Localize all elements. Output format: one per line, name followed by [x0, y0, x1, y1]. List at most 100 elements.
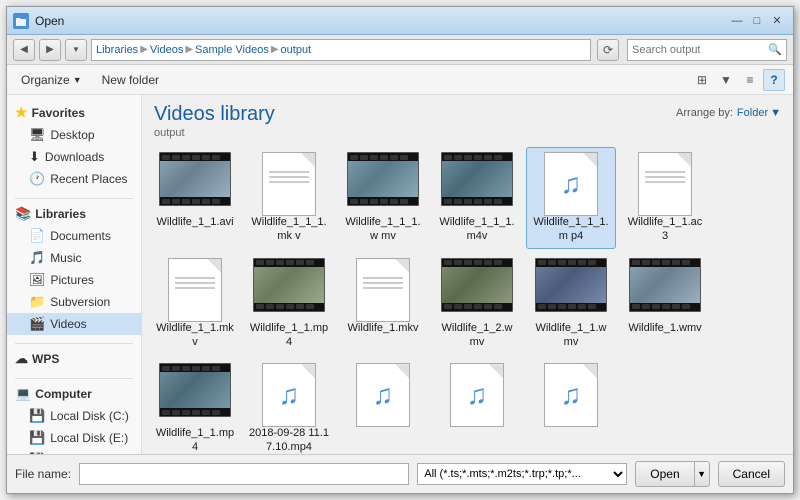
- file-thumbnail: ♫: [535, 152, 607, 212]
- breadcrumb: Libraries ▶ Videos ▶ Sample Videos ▶ out…: [96, 44, 311, 56]
- filename-label: File name:: [15, 467, 71, 481]
- titlebar: Open — □ ✕: [7, 7, 793, 35]
- file-item[interactable]: Wildlife_1_1.mp4: [244, 253, 334, 355]
- crumb-libraries[interactable]: Libraries: [96, 44, 138, 56]
- sidebar-item-documents[interactable]: 📄 Documents: [7, 225, 141, 247]
- file-item[interactable]: Wildlife_1_1.wmv: [526, 253, 616, 355]
- computer-group: 💻 Computer 💾 Local Disk (C:) 💾 Local Dis…: [7, 383, 141, 454]
- crumb-output[interactable]: output: [281, 44, 312, 56]
- sidebar-item-desktop[interactable]: 🖥 Desktop: [7, 124, 141, 146]
- list-view-button[interactable]: ≡: [739, 69, 761, 91]
- arrange-by-button[interactable]: Folder ▼: [737, 107, 781, 119]
- sidebar-item-subversion[interactable]: 📁 Subversion: [7, 291, 141, 313]
- wps-header[interactable]: ☁ WPS: [7, 348, 141, 370]
- sidebar-item-local-c[interactable]: 💾 Local Disk (C:): [7, 405, 141, 427]
- cancel-button[interactable]: Cancel: [718, 461, 785, 487]
- sidebar-divider-3: [15, 378, 133, 379]
- file-item[interactable]: Wildlife_1_1.mkv: [150, 253, 240, 355]
- minimize-button[interactable]: —: [727, 12, 747, 30]
- search-box: 🔍: [627, 39, 787, 61]
- filename-input[interactable]: [79, 463, 409, 485]
- wps-icon: ☁: [15, 351, 28, 367]
- open-button[interactable]: Open: [635, 461, 693, 487]
- file-name: Wildlife_1_1.mkv: [155, 321, 235, 350]
- maximize-button[interactable]: □: [747, 12, 767, 30]
- libraries-header[interactable]: 📚 Libraries: [7, 203, 141, 225]
- file-thumbnail: [535, 258, 607, 318]
- crumb-sample-videos[interactable]: Sample Videos: [195, 44, 269, 56]
- file-item[interactable]: ♫ Wildlife_1_1_1.m p4: [526, 147, 616, 249]
- recent-places-icon: 🕐: [29, 171, 45, 187]
- file-item[interactable]: ♫: [338, 358, 428, 454]
- forward-button[interactable]: ▶: [39, 39, 61, 61]
- file-item[interactable]: Wildlife_1_1.mp4: [150, 358, 240, 454]
- file-item[interactable]: ♫: [526, 358, 616, 454]
- crumb-videos[interactable]: Videos: [150, 44, 183, 56]
- file-item[interactable]: ♫ 2018-09-28 11.17.10.mp4: [244, 358, 334, 454]
- main-area: ★ Favorites 🖥 Desktop ⬇ Downloads 🕐 Rece…: [7, 95, 793, 454]
- documents-icon: 📄: [29, 228, 45, 244]
- sidebar-item-recent-places[interactable]: 🕐 Recent Places: [7, 168, 141, 190]
- videos-icon: 🎬: [29, 316, 45, 332]
- file-thumbnail: [441, 258, 513, 318]
- file-thumbnail: [629, 152, 701, 212]
- file-thumbnail: [253, 152, 325, 212]
- pictures-icon: 🖼: [29, 272, 46, 288]
- file-thumbnail: [159, 258, 231, 318]
- file-thumbnail: [159, 363, 231, 423]
- file-item[interactable]: Wildlife_1_1.ac3: [620, 147, 710, 249]
- file-item[interactable]: Wildlife_1_1_1.mk v: [244, 147, 334, 249]
- organize-button[interactable]: Organize ▼: [15, 71, 88, 89]
- libraries-group: 📚 Libraries 📄 Documents 🎵 Music 🖼 Pictur…: [7, 203, 141, 335]
- file-item[interactable]: Wildlife_1.mkv: [338, 253, 428, 355]
- address-bar[interactable]: Libraries ▶ Videos ▶ Sample Videos ▶ out…: [91, 39, 591, 61]
- file-item[interactable]: Wildlife_1_1_1.w mv: [338, 147, 428, 249]
- dropdown-button[interactable]: ▼: [65, 39, 87, 61]
- file-name: Wildlife_1_1.mp4: [249, 321, 329, 350]
- favorites-header[interactable]: ★ Favorites: [7, 101, 141, 124]
- address-toolbar: ◀ ▶ ▼ Libraries ▶ Videos ▶ Sample Videos…: [7, 35, 793, 65]
- sidebar-divider-1: [15, 198, 133, 199]
- search-icon[interactable]: 🔍: [768, 43, 782, 56]
- file-item[interactable]: Wildlife_1.wmv: [620, 253, 710, 355]
- content-area: Videos library output Arrange by: Folder…: [142, 95, 793, 454]
- open-arrow-button[interactable]: ▼: [694, 461, 710, 487]
- sidebar-item-pictures[interactable]: 🖼 Pictures: [7, 269, 141, 291]
- desktop-icon: 🖥: [29, 127, 46, 143]
- sidebar-item-videos[interactable]: 🎬 Videos: [7, 313, 141, 335]
- search-input[interactable]: [632, 44, 768, 56]
- file-name: Wildlife_1_1.wmv: [531, 321, 611, 350]
- details-view-button[interactable]: ▼: [715, 69, 737, 91]
- dialog-icon: [13, 13, 29, 29]
- wps-group: ☁ WPS: [7, 348, 141, 370]
- sidebar-item-local-e[interactable]: 💾 Local Disk (E:): [7, 427, 141, 449]
- favorites-group: ★ Favorites 🖥 Desktop ⬇ Downloads 🕐 Rece…: [7, 101, 141, 190]
- file-thumbnail: [347, 152, 419, 212]
- sidebar-item-downloads[interactable]: ⬇ Downloads: [7, 146, 141, 168]
- sidebar-item-music[interactable]: 🎵 Music: [7, 247, 141, 269]
- filetype-select[interactable]: All (*.ts;*.mts;*.m2ts;*.trp;*.tp;*...: [417, 463, 627, 485]
- new-folder-button[interactable]: New folder: [96, 71, 165, 89]
- file-thumbnail: [159, 152, 231, 212]
- libraries-icon: 📚: [15, 206, 31, 222]
- bottom-bar: File name: All (*.ts;*.mts;*.m2ts;*.trp;…: [7, 454, 793, 493]
- file-name: Wildlife_1_1.avi: [156, 215, 233, 229]
- subversion-icon: 📁: [29, 294, 45, 310]
- file-item[interactable]: Wildlife_1_2.wmv: [432, 253, 522, 355]
- file-item[interactable]: ♫: [432, 358, 522, 454]
- local-disk-c-icon: 💾: [29, 408, 45, 424]
- file-thumbnail: [441, 152, 513, 212]
- refresh-button[interactable]: ⟳: [597, 39, 619, 61]
- file-item[interactable]: Wildlife_1_1.avi: [150, 147, 240, 249]
- action-bar: Organize ▼ New folder ⊞ ▼ ≡ ?: [7, 65, 793, 95]
- file-item[interactable]: Wildlife_1_1_1.m4v: [432, 147, 522, 249]
- icon-view-button[interactable]: ⊞: [691, 69, 713, 91]
- computer-header[interactable]: 💻 Computer: [7, 383, 141, 405]
- music-icon: 🎵: [29, 250, 45, 266]
- close-button[interactable]: ✕: [767, 12, 787, 30]
- back-button[interactable]: ◀: [13, 39, 35, 61]
- library-info: Videos library output: [154, 103, 275, 139]
- sidebar: ★ Favorites 🖥 Desktop ⬇ Downloads 🕐 Rece…: [7, 95, 142, 454]
- file-name: 2018-09-28 11.17.10.mp4: [249, 426, 329, 454]
- help-button[interactable]: ?: [763, 69, 785, 91]
